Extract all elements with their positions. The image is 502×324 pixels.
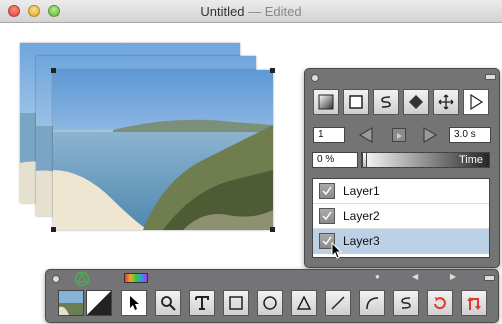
checkmark-icon bbox=[322, 186, 332, 196]
bezier-tool[interactable] bbox=[393, 290, 419, 316]
palette-prev-icon[interactable]: ◀ bbox=[412, 272, 418, 281]
arrow-pointer-tool[interactable] bbox=[121, 290, 147, 316]
rectangle-tool-icon bbox=[229, 296, 243, 310]
next-frame-icon[interactable] bbox=[422, 127, 438, 143]
photo-landscape-icon bbox=[53, 70, 273, 230]
layer-row-1[interactable]: Layer1 bbox=[313, 179, 489, 204]
palette-collapse-icon[interactable] bbox=[485, 74, 496, 80]
mouse-cursor-icon bbox=[331, 242, 343, 259]
tools-palette-close-icon[interactable] bbox=[52, 275, 60, 283]
transform-tool-icon bbox=[467, 297, 481, 310]
rectangle-tool[interactable] bbox=[223, 290, 249, 316]
zoom-tool[interactable] bbox=[155, 290, 181, 316]
text-tool-icon bbox=[195, 296, 209, 310]
palette-next-icon[interactable]: ▶ bbox=[450, 272, 456, 281]
square-icon bbox=[349, 95, 363, 109]
ellipse-tool-icon bbox=[263, 296, 277, 310]
fill-stroke-swatch[interactable] bbox=[86, 290, 112, 316]
layer2-label: Layer2 bbox=[343, 209, 380, 223]
layer3-label: Layer3 bbox=[343, 234, 380, 248]
layer3-image[interactable] bbox=[53, 70, 273, 230]
resize-handle-bottom-left[interactable] bbox=[51, 227, 56, 232]
time-percent-field[interactable]: 0 % bbox=[312, 152, 358, 168]
gradient-fill-tool[interactable] bbox=[313, 89, 339, 115]
square-shape-tool[interactable] bbox=[343, 89, 369, 115]
move-arrows-icon bbox=[438, 94, 454, 110]
rotate-tool-icon bbox=[434, 297, 446, 310]
time-slider-label: Time bbox=[458, 154, 483, 166]
triangle-tool[interactable] bbox=[291, 290, 317, 316]
small-play-icon bbox=[397, 133, 402, 139]
palette-indicator-icon: ● bbox=[375, 272, 380, 281]
time-slider[interactable]: Time bbox=[361, 152, 490, 168]
layer2-visibility-checkbox[interactable] bbox=[319, 208, 335, 224]
curve-shape-tool[interactable] bbox=[373, 89, 399, 115]
stop-button[interactable] bbox=[392, 128, 406, 142]
tools-palette-collapse-icon[interactable] bbox=[484, 275, 495, 281]
resize-handle-bottom-right[interactable] bbox=[270, 227, 275, 232]
photo-thumbnail-icon bbox=[59, 291, 83, 315]
edited-status: — Edited bbox=[244, 4, 302, 19]
triangle-tool-icon bbox=[296, 295, 312, 310]
transform-tool[interactable] bbox=[461, 290, 487, 316]
s-curve-tool-icon bbox=[401, 297, 411, 309]
gradient-fill-icon bbox=[318, 94, 334, 110]
time-slider-knob[interactable] bbox=[362, 152, 367, 168]
arc-tool-icon bbox=[366, 297, 379, 310]
layer1-label: Layer1 bbox=[343, 184, 380, 198]
arrow-pointer-icon bbox=[130, 296, 139, 310]
checkmark-icon bbox=[322, 211, 332, 221]
magnifier-icon bbox=[161, 296, 176, 311]
window-titlebar: Untitled — Edited bbox=[0, 0, 502, 23]
line-tool[interactable] bbox=[325, 290, 351, 316]
layer-row-2[interactable]: Layer2 bbox=[313, 204, 489, 229]
layer1-visibility-checkbox[interactable] bbox=[319, 183, 335, 199]
ellipse-tool[interactable] bbox=[257, 290, 283, 316]
play-button[interactable] bbox=[463, 89, 489, 115]
text-tool[interactable] bbox=[189, 290, 215, 316]
duration-field[interactable]: 3.0 s bbox=[449, 127, 491, 143]
color-palette-icon[interactable] bbox=[124, 273, 148, 283]
frame-number-field[interactable]: 1 bbox=[313, 127, 345, 143]
palette-close-icon[interactable] bbox=[311, 74, 319, 82]
line-tool-icon bbox=[331, 296, 345, 310]
rotate-tool[interactable] bbox=[427, 290, 453, 316]
diamond-icon bbox=[409, 95, 423, 109]
diamond-shape-tool[interactable] bbox=[403, 89, 429, 115]
previous-frame-icon[interactable] bbox=[358, 127, 374, 143]
move-tool[interactable] bbox=[433, 89, 459, 115]
play-triangle-icon bbox=[470, 94, 484, 110]
image-thumbnail[interactable] bbox=[58, 290, 84, 316]
document-name: Untitled bbox=[200, 4, 245, 19]
resize-handle-top-left[interactable] bbox=[51, 68, 56, 73]
window-title: Untitled — Edited bbox=[0, 4, 502, 19]
s-curve-icon bbox=[381, 96, 391, 108]
resize-handle-top-right[interactable] bbox=[270, 68, 275, 73]
fill-stroke-icon bbox=[87, 291, 111, 315]
app-store-icon[interactable] bbox=[74, 271, 90, 287]
arc-tool[interactable] bbox=[359, 290, 385, 316]
